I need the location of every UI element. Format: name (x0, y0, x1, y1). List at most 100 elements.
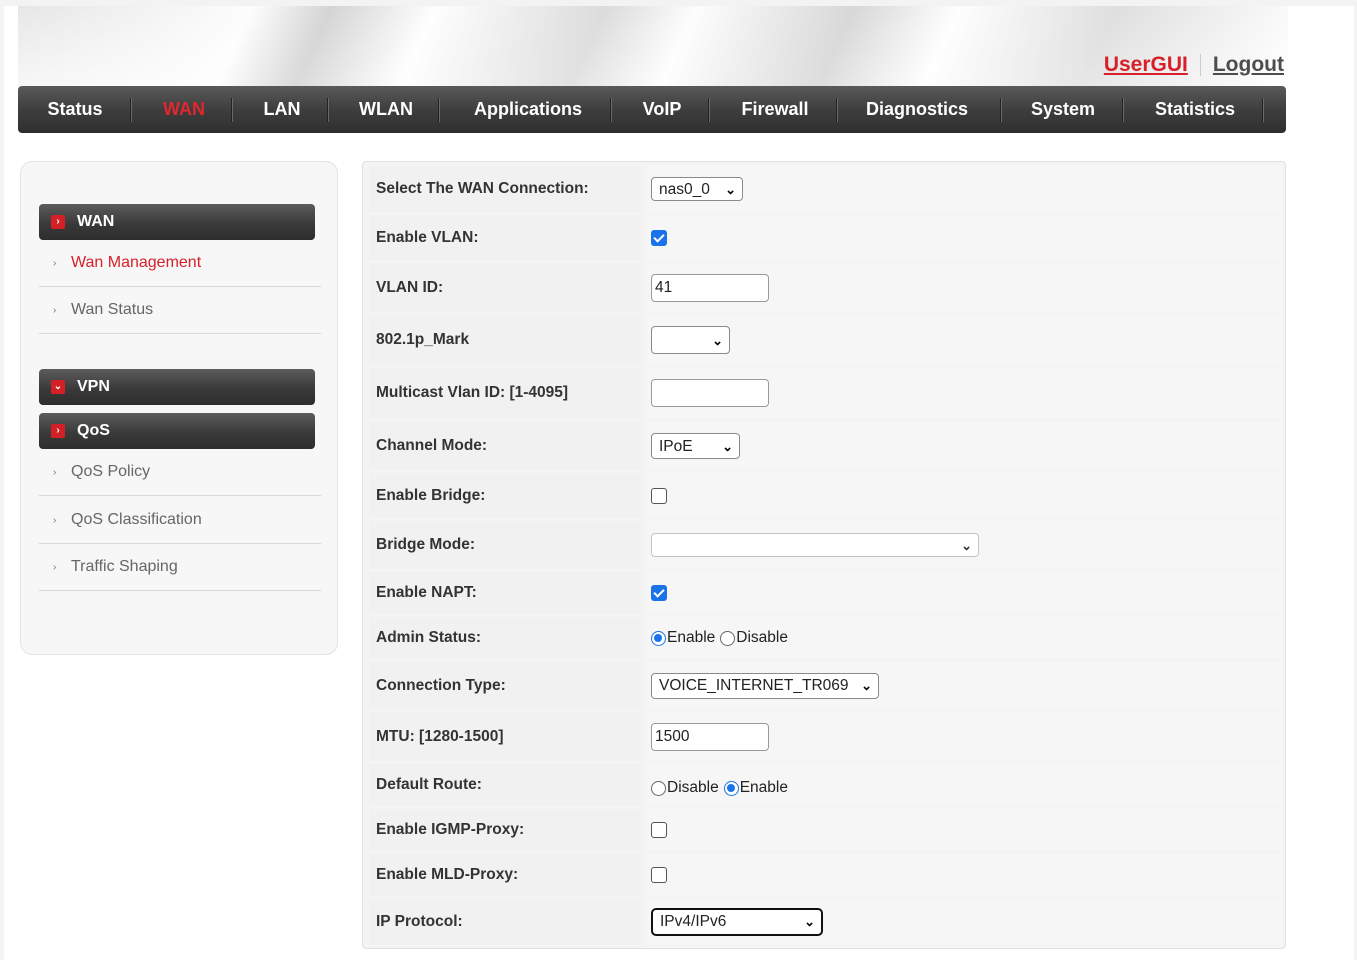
row-enable-bridge: Enable Bridge: (369, 473, 1282, 518)
default-route-label: Default Route: (369, 764, 641, 806)
sidebar-item-label: QoS Policy (71, 463, 151, 480)
row-mld-proxy: Enable MLD-Proxy: (369, 854, 1282, 896)
admin-status-disable-radio[interactable] (720, 630, 736, 646)
header-links: UserGUI Logout (1104, 53, 1284, 77)
admin-status-cell: Enable Disable (646, 617, 1282, 659)
nav-divider (1122, 98, 1123, 122)
row-channel-mode: Channel Mode: IPoE ⌄ (369, 421, 1282, 470)
nav-status[interactable]: Status (30, 86, 120, 133)
nav-divider (610, 98, 611, 122)
sidebar-item-label: Wan Status (71, 301, 154, 318)
igmp-proxy-cell (646, 809, 1282, 851)
chevron-down-icon: ⌄ (804, 914, 815, 929)
row-mtu: MTU: [1280-1500] (369, 712, 1282, 761)
chevron-right-icon: › (53, 305, 57, 316)
logout-link[interactable]: Logout (1213, 53, 1284, 76)
enable-napt-checkbox[interactable] (651, 585, 667, 601)
channel-mode-label: Channel Mode: (369, 421, 641, 470)
row-default-route: Default Route: Disable Enable (369, 764, 1282, 806)
admin-status-label: Admin Status: (369, 617, 641, 659)
usergui-link[interactable]: UserGUI (1104, 53, 1188, 76)
row-admin-status: Admin Status: Enable Disable (369, 617, 1282, 659)
header-banner (18, 6, 1288, 88)
nav-diagnostics[interactable]: Diagnostics (844, 86, 990, 133)
channel-mode-select[interactable]: IPoE ⌄ (651, 432, 740, 459)
wan-connection-label: Select The WAN Connection: (369, 166, 641, 212)
chevron-down-icon: ⌄ (725, 182, 736, 197)
vlan-id-label: VLAN ID: (369, 263, 641, 312)
nav-voip[interactable]: VoIP (618, 86, 706, 133)
sidebar-item-traffic-shaping[interactable]: › Traffic Shaping (39, 544, 321, 591)
ip-protocol-value: IPv4/IPv6 (660, 913, 727, 930)
chevron-down-icon: ⌄ (722, 438, 733, 454)
page: UserGUI Logout Status WAN LAN WLAN Applic… (4, 6, 1354, 960)
sidebar-item-wan-status[interactable]: › Wan Status (39, 287, 321, 334)
admin-status-disable-label: Disable (736, 629, 788, 646)
connection-type-value: VOICE_INTERNET_TR069 (659, 676, 849, 694)
nav-firewall[interactable]: Firewall (716, 86, 834, 133)
sidebar-item-qos-policy[interactable]: › QoS Policy (39, 449, 321, 496)
sidebar-section-vpn[interactable]: ⌄ VPN (39, 369, 315, 405)
sidebar-section-label: VPN (77, 378, 110, 395)
nav-divider (708, 98, 709, 122)
default-route-enable-radio[interactable] (723, 780, 739, 796)
nav-lan[interactable]: LAN (238, 86, 326, 133)
nav-divider (438, 98, 439, 122)
chevron-right-icon: › (53, 258, 57, 269)
nav-divider (1262, 98, 1263, 122)
sidebar-item-label: Traffic Shaping (71, 558, 178, 575)
nav-wlan[interactable]: WLAN (336, 86, 436, 133)
mtu-input[interactable] (651, 722, 769, 751)
mtu-label: MTU: [1280-1500] (369, 712, 641, 761)
row-enable-vlan: Enable VLAN: (369, 215, 1282, 260)
nav-divider (1000, 98, 1001, 122)
chevron-down-icon: ⌄ (861, 677, 872, 693)
enable-bridge-checkbox[interactable] (651, 487, 667, 504)
mld-proxy-cell (646, 854, 1282, 896)
row-wan-connection: Select The WAN Connection: nas0_0 ⌄ (369, 166, 1282, 212)
sidebar-item-wan-management[interactable]: › Wan Management (39, 240, 321, 287)
sidebar-section-wan[interactable]: › WAN (39, 204, 315, 240)
nav-applications[interactable]: Applications (446, 86, 610, 133)
connection-type-select[interactable]: VOICE_INTERNET_TR069 ⌄ (651, 672, 879, 699)
mld-proxy-checkbox[interactable] (651, 867, 667, 883)
enable-vlan-cell (646, 215, 1282, 260)
channel-mode-cell: IPoE ⌄ (646, 421, 1282, 470)
vlan-id-input[interactable] (651, 273, 769, 302)
enable-vlan-checkbox[interactable] (651, 229, 667, 246)
igmp-proxy-label: Enable IGMP-Proxy: (369, 809, 641, 851)
enable-napt-cell (646, 572, 1282, 614)
bridge-mode-label: Bridge Mode: (369, 521, 641, 569)
bridge-mode-select[interactable]: ⌄ (651, 533, 979, 557)
connection-type-cell: VOICE_INTERNET_TR069 ⌄ (646, 662, 1282, 709)
chevron-right-icon: › (51, 215, 65, 229)
mld-proxy-label: Enable MLD-Proxy: (369, 854, 641, 896)
igmp-proxy-checkbox[interactable] (651, 822, 667, 838)
ip-protocol-select[interactable]: IPv4/IPv6 ⌄ (651, 908, 823, 936)
sidebar-item-qos-classification[interactable]: › QoS Classification (39, 497, 321, 544)
row-8021p-mark: 802.1p_Mark ⌄ (369, 315, 1282, 365)
chevron-right-icon: › (53, 562, 57, 573)
row-enable-napt: Enable NAPT: (369, 572, 1282, 614)
bridge-mode-cell: ⌄ (646, 521, 1282, 569)
nav-wan[interactable]: WAN (138, 86, 230, 133)
default-route-radio-group: Disable Enable (651, 773, 793, 797)
main-nav: Status WAN LAN WLAN Applications VoIP Fi… (18, 86, 1286, 133)
multicast-vlan-cell (646, 368, 1282, 418)
admin-status-enable-radio[interactable] (651, 630, 666, 646)
nav-system[interactable]: System (1008, 86, 1118, 133)
sidebar-section-qos[interactable]: › QoS (39, 413, 315, 449)
multicast-vlan-input[interactable] (651, 379, 769, 407)
wan-config-form: Select The WAN Connection: nas0_0 ⌄ Enab… (362, 161, 1286, 949)
default-route-enable-label: Enable (739, 779, 788, 796)
admin-status-radio-group: Enable Disable (651, 629, 793, 647)
mark-8021p-select[interactable]: ⌄ (651, 326, 730, 354)
sidebar: › WAN › Wan Management › Wan Status ⌄ VP… (20, 161, 338, 655)
nav-divider (130, 98, 131, 122)
enable-bridge-label: Enable Bridge: (369, 473, 641, 518)
default-route-disable-radio[interactable] (651, 780, 666, 796)
row-connection-type: Connection Type: VOICE_INTERNET_TR069 ⌄ (369, 662, 1282, 709)
nav-statistics[interactable]: Statistics (1130, 86, 1260, 133)
wan-connection-select[interactable]: nas0_0 ⌄ (651, 177, 743, 201)
mark-8021p-label: 802.1p_Mark (369, 315, 641, 365)
